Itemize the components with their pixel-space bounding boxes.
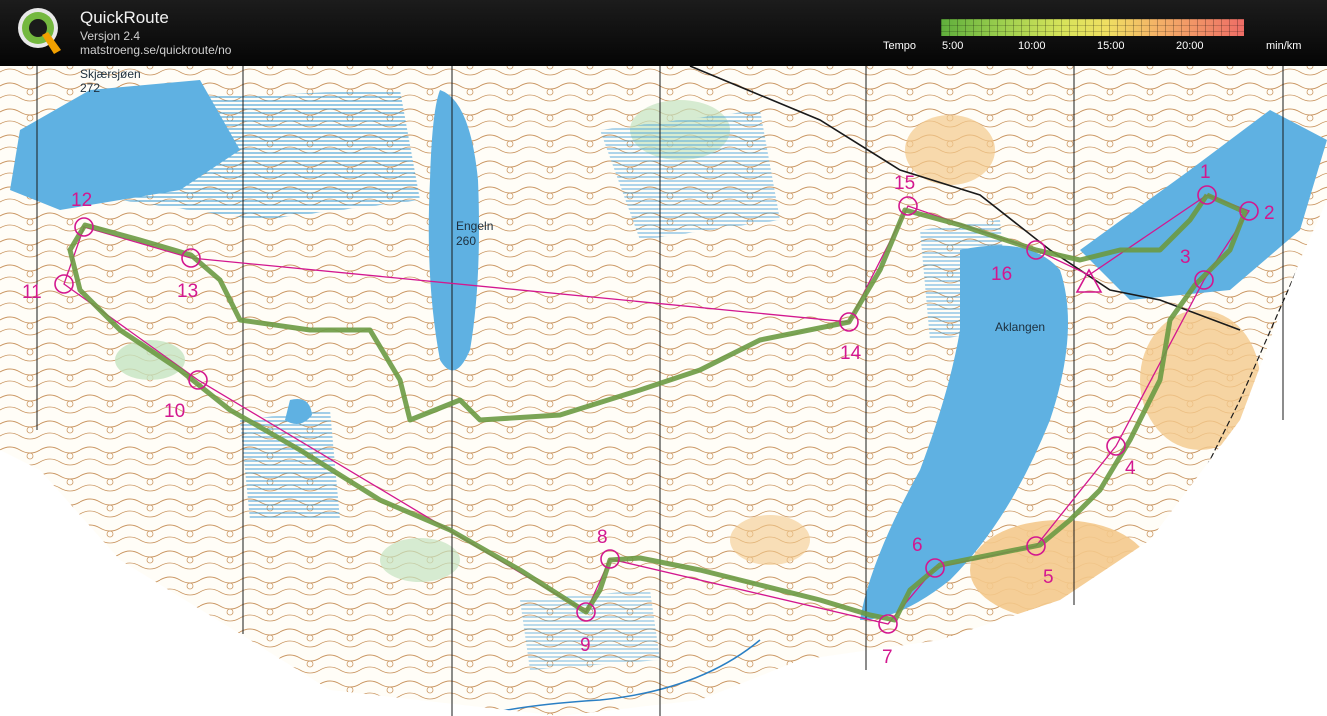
tempo-tick-20: 20:00 <box>1176 40 1204 52</box>
app-header: QuickRoute Versjon 2.4 matstroeng.se/qui… <box>0 0 1327 66</box>
tempo-unit-label: min/km <box>1266 40 1302 52</box>
lake-name-skjaersjoen: Skjærsjøen <box>80 67 141 81</box>
control-number-10: 10 <box>164 401 185 422</box>
control-number-4: 4 <box>1125 458 1136 479</box>
control-number-11: 11 <box>22 282 42 303</box>
control-number-2: 2 <box>1264 203 1275 224</box>
quickroute-logo-icon <box>18 8 61 54</box>
control-number-16: 16 <box>991 264 1012 285</box>
control-number-9: 9 <box>580 635 591 656</box>
tempo-color-scale <box>941 19 1244 36</box>
control-number-5: 5 <box>1043 567 1054 588</box>
lake-height-skjaersjoen: 272 <box>80 81 100 95</box>
map-terrain <box>0 66 1327 716</box>
tempo-tick-10: 10:00 <box>1018 40 1046 52</box>
app-version: Versjon 2.4 <box>80 29 141 43</box>
tempo-tick-15: 15:00 <box>1097 40 1125 52</box>
tempo-tick-5: 5:00 <box>942 40 964 52</box>
orienteering-map[interactable]: Skjærsjøen 272 Engeln 260 Aklangen 1 2 3… <box>0 66 1327 716</box>
control-number-7: 7 <box>882 647 893 668</box>
lake-name-aklangen: Aklangen <box>995 320 1045 334</box>
tempo-legend-label: Tempo <box>883 40 917 52</box>
control-number-13: 13 <box>177 281 198 302</box>
control-number-3: 3 <box>1180 247 1191 268</box>
control-number-14: 14 <box>840 343 862 364</box>
control-number-12: 12 <box>71 190 92 211</box>
app-title: QuickRoute <box>80 8 169 27</box>
control-number-1: 1 <box>1200 162 1211 183</box>
control-number-15: 15 <box>894 173 915 194</box>
lake-name-engeln: Engeln <box>456 219 493 233</box>
control-number-6: 6 <box>912 535 923 556</box>
lake-height-engeln: 260 <box>456 234 476 248</box>
app-url-link[interactable]: matstroeng.se/quickroute/no <box>80 43 231 57</box>
control-number-8: 8 <box>597 527 608 548</box>
